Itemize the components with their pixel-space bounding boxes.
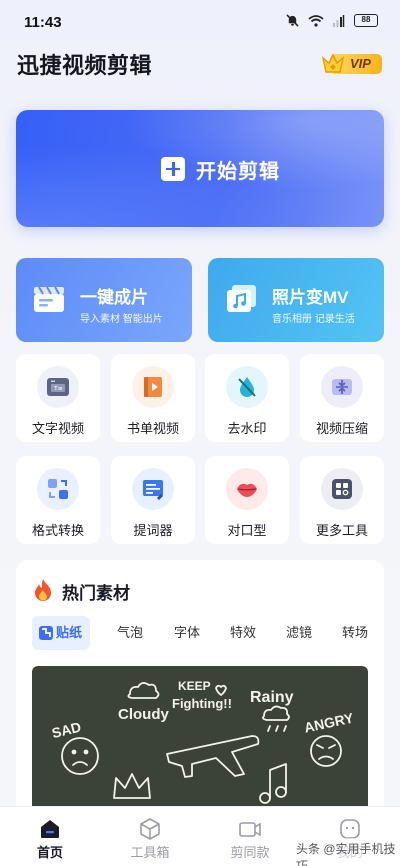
rain-cloud-doodle	[262, 705, 290, 721]
tool-lip-sync[interactable]: 对口型	[205, 456, 289, 544]
angry-face-doodle	[310, 735, 342, 767]
doodle-fighting-text: Fighting!!	[172, 696, 232, 711]
toolbox-cube-icon	[140, 818, 160, 840]
material-tabs: 贴纸 气泡 字体 特效 滤镜 转场	[32, 616, 384, 650]
doodle-sticker-art: SAD Cloudy KEEP Fighting!! Rainy ANGRY	[50, 679, 356, 804]
crown-icon	[321, 53, 345, 73]
tab-stickers[interactable]: 贴纸	[32, 616, 90, 650]
svg-text:T≡: T≡	[53, 386, 63, 393]
photo-to-mv-subtitle: 音乐相册 记录生活	[272, 314, 355, 325]
one-click-video-subtitle: 导入素材 智能出片	[80, 314, 163, 325]
doodle-angry-text: ANGRY	[303, 709, 356, 735]
video-camera-icon	[239, 822, 261, 837]
tab-label: 特效	[230, 625, 257, 640]
tool-more-tools[interactable]: 更多工具	[300, 456, 384, 544]
tab-bubbles[interactable]: 气泡	[117, 616, 143, 650]
silent-bell-icon	[286, 14, 299, 27]
music-note-doodle	[269, 763, 287, 799]
wifi-icon	[308, 14, 324, 27]
one-click-video-title: 一键成片	[80, 288, 148, 307]
text-video-icon: T≡	[37, 366, 79, 408]
airplane-doodle	[166, 735, 260, 778]
lips-icon	[226, 468, 268, 510]
tab-transitions[interactable]: 转场	[342, 616, 368, 650]
photo-to-mv-title: 照片变MV	[272, 288, 349, 307]
tool-label: 去水印	[227, 421, 267, 436]
status-bar: 11:43 88	[0, 0, 400, 44]
tool-format-convert[interactable]: 格式转换	[16, 456, 100, 544]
nav-toolbox[interactable]: 工具箱	[100, 807, 200, 866]
plus-icon	[161, 157, 185, 181]
doodle-rainy-text: Rainy	[250, 689, 294, 706]
tab-label: 转场	[342, 625, 369, 640]
vip-button[interactable]: VIP	[320, 53, 382, 75]
tool-label: 文字视频	[31, 421, 84, 436]
sticker-icon	[39, 626, 53, 640]
tool-text-video[interactable]: T≡ 文字视频	[16, 354, 100, 442]
one-click-video-card[interactable]: 一键成片 导入素材 智能出片	[16, 258, 192, 342]
tool-label: 提词器	[133, 523, 173, 538]
photo-to-mv-card[interactable]: 照片变MV 音乐相册 记录生活	[208, 258, 384, 342]
app-title: 迅捷视频剪辑	[17, 53, 153, 78]
doodle-keep-text: KEEP	[178, 679, 211, 693]
watermark-remove-icon	[226, 366, 268, 408]
battery-indicator: 88	[354, 14, 378, 27]
book-video-icon	[132, 366, 174, 408]
flame-icon	[35, 579, 51, 601]
sticker-preview-board[interactable]: SAD Cloudy KEEP Fighting!! Rainy ANGRY	[32, 666, 368, 816]
tab-filters[interactable]: 滤镜	[286, 616, 312, 650]
cloud-doodle	[127, 682, 160, 699]
signal-icon	[333, 14, 345, 27]
nav-label: 首页	[36, 845, 63, 860]
tab-fonts[interactable]: 字体	[174, 616, 200, 650]
start-editing-label: 开始剪辑	[196, 161, 280, 183]
crown-doodle	[113, 773, 151, 799]
tool-label: 对口型	[227, 523, 267, 538]
nav-label: 剪同款	[230, 845, 270, 860]
tool-label: 视频压缩	[315, 421, 368, 436]
hot-materials-panel: 热门素材 贴纸 气泡 字体 特效 滤镜 转场 SAD Cloudy KEEP F…	[16, 560, 384, 820]
clapperboard-icon	[34, 286, 64, 312]
teleprompter-icon	[132, 468, 174, 510]
nav-label: 工具箱	[130, 845, 170, 860]
hot-materials-title: 热门素材	[62, 584, 130, 603]
doodle-cloudy-text: Cloudy	[118, 706, 169, 723]
sad-face-doodle	[61, 737, 99, 775]
tool-book-video[interactable]: 书单视频	[111, 354, 195, 442]
start-editing-button[interactable]: 开始剪辑	[16, 110, 384, 227]
tool-teleprompter[interactable]: 提词器	[111, 456, 195, 544]
vip-label: VIP	[350, 56, 371, 71]
nav-templates[interactable]: 剪同款	[200, 807, 300, 866]
tool-video-compress[interactable]: 视频压缩	[300, 354, 384, 442]
tool-label: 格式转换	[31, 523, 84, 538]
compress-icon	[321, 366, 363, 408]
format-convert-icon	[37, 468, 79, 510]
tab-label: 气泡	[117, 625, 144, 640]
source-watermark: 头条 @实用手机技巧	[292, 838, 400, 866]
photo-music-icon	[227, 285, 256, 312]
tool-label: 书单视频	[126, 421, 179, 436]
more-tools-icon	[321, 468, 363, 510]
tool-watermark-remove[interactable]: 去水印	[205, 354, 289, 442]
heart-doodle	[215, 684, 227, 696]
tool-label: 更多工具	[315, 523, 368, 538]
tab-label: 贴纸	[56, 625, 83, 640]
nav-home[interactable]: 首页	[0, 807, 100, 866]
status-time: 11:43	[24, 14, 62, 31]
status-icons: 88	[286, 14, 378, 27]
tab-label: 字体	[174, 625, 201, 640]
tab-label: 滤镜	[286, 625, 313, 640]
tab-effects[interactable]: 特效	[230, 616, 256, 650]
home-icon	[41, 820, 59, 838]
